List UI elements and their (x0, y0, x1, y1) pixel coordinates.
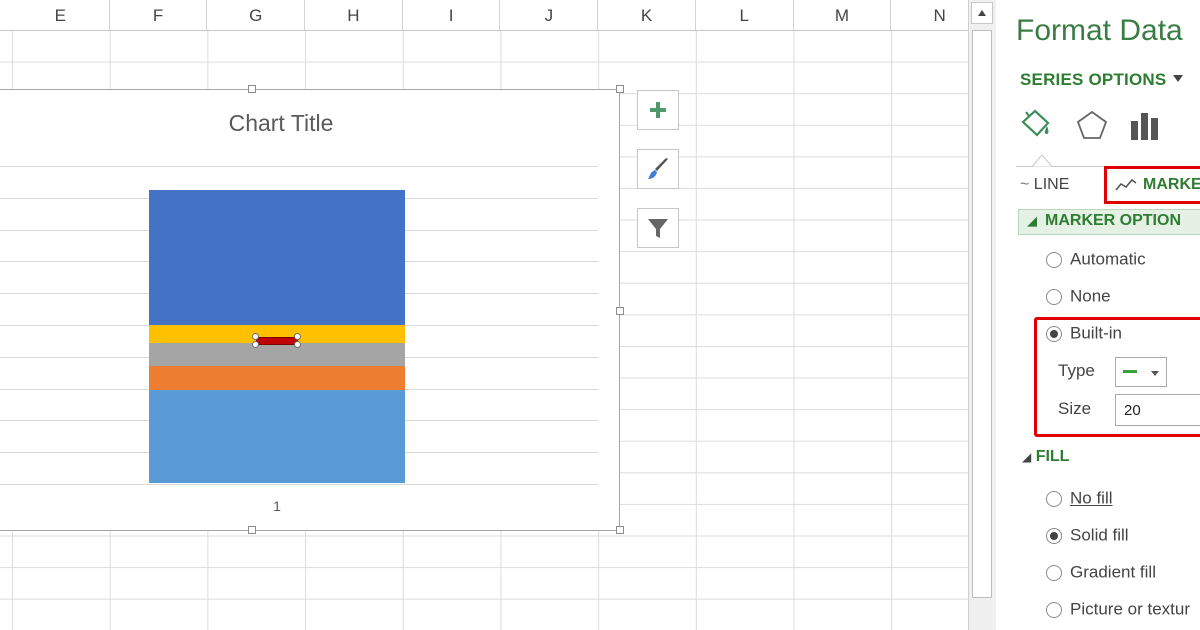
scroll-up-button[interactable] (971, 2, 993, 24)
scroll-thumb[interactable] (972, 30, 992, 598)
column-header-h[interactable]: H (305, 0, 403, 30)
gridline (0, 484, 598, 485)
triangle-up-icon (978, 10, 986, 16)
bar-segment-5[interactable] (149, 190, 405, 326)
chart-resize-handle-bottom[interactable] (248, 526, 256, 534)
column-header-n[interactable]: N (891, 0, 968, 30)
column-header-i[interactable]: I (403, 0, 501, 30)
chart-styles-button[interactable] (637, 149, 679, 189)
worksheet-grid[interactable]: EFGHIJKLMN Chart Title 1 (0, 0, 968, 630)
tab-pointer (1032, 154, 1052, 167)
series-options-bars-icon[interactable] (1128, 107, 1164, 143)
marker-selection-handle[interactable] (252, 340, 259, 348)
column-header-k[interactable]: K (598, 0, 696, 30)
collapse-triangle-icon: ◢ (1027, 213, 1037, 228)
size-label: Size (1058, 399, 1092, 418)
filter-icon (648, 219, 668, 238)
marker-options-section-header[interactable]: ◢ MARKER OPTION (1018, 209, 1200, 235)
marker-selection-handle[interactable] (294, 332, 301, 340)
caret-down-icon (1151, 371, 1159, 376)
chart-resize-handle-right[interactable] (616, 307, 624, 315)
plus-icon (650, 102, 666, 118)
line-wave-icon: ~ (1020, 176, 1030, 193)
fill-line-icon[interactable] (1018, 107, 1054, 143)
chart-title[interactable]: Chart Title (1, 110, 561, 137)
bar-segment-1[interactable] (149, 389, 405, 484)
column-header-l[interactable]: L (696, 0, 794, 30)
series-options-dropdown[interactable]: SERIES OPTIONS (1020, 70, 1166, 90)
tab-marker[interactable]: MARKE (1104, 166, 1200, 204)
radio-picture-fill[interactable]: Picture or textur (1046, 599, 1190, 620)
selected-data-marker[interactable] (256, 336, 298, 345)
bar-segment-2[interactable] (149, 365, 405, 390)
format-data-series-pane: Format Data SERIES OPTIONS ~ LINE MARKE … (996, 0, 1200, 630)
marker-type-dropdown[interactable] (1115, 357, 1167, 387)
type-label: Type (1058, 361, 1095, 380)
marker-selection-handle[interactable] (294, 340, 301, 348)
collapse-triangle-icon: ◢ (1022, 450, 1032, 464)
vertical-scrollbar[interactable] (968, 0, 996, 630)
pane-title: Format Data (1016, 14, 1183, 47)
caret-down-icon[interactable] (1172, 74, 1184, 83)
fill-section-header[interactable]: ◢ FILL (1022, 448, 1069, 466)
paintbrush-icon (648, 158, 668, 179)
column-header-e[interactable]: E (12, 0, 110, 30)
chart-filters-button[interactable] (637, 208, 679, 248)
gridline (0, 166, 598, 167)
effects-pentagon-icon[interactable] (1074, 107, 1110, 143)
column-header-f[interactable]: F (110, 0, 208, 30)
column-header-m[interactable]: M (794, 0, 892, 30)
radio-builtin[interactable]: Built-in (1046, 323, 1122, 344)
chart-resize-handle-bottom-right[interactable] (616, 526, 624, 534)
tab-line[interactable]: ~ LINE (1020, 176, 1069, 194)
column-header-row: EFGHIJKLMN (0, 0, 968, 31)
bar-segment-3[interactable] (149, 342, 405, 367)
marker-size-input[interactable]: 20 (1115, 394, 1200, 426)
marker-line-icon (1115, 178, 1137, 191)
dash-marker-icon (1123, 370, 1137, 373)
marker-selection-handle[interactable] (252, 332, 259, 340)
radio-automatic[interactable]: Automatic (1046, 249, 1146, 270)
radio-no-fill[interactable]: No fill (1046, 488, 1113, 509)
radio-gradient-fill[interactable]: Gradient fill (1046, 562, 1156, 583)
chart-elements-button[interactable] (637, 90, 679, 130)
radio-solid-fill[interactable]: Solid fill (1046, 525, 1129, 546)
chart-resize-handle-top[interactable] (248, 85, 256, 93)
column-header-j[interactable]: J (501, 0, 599, 30)
chart-area[interactable]: Chart Title 1 (0, 85, 624, 534)
category-axis-label: 1 (273, 498, 281, 514)
column-header-g[interactable]: G (207, 0, 306, 30)
chart-resize-handle-top-right[interactable] (616, 85, 624, 93)
radio-none[interactable]: None (1046, 286, 1111, 307)
